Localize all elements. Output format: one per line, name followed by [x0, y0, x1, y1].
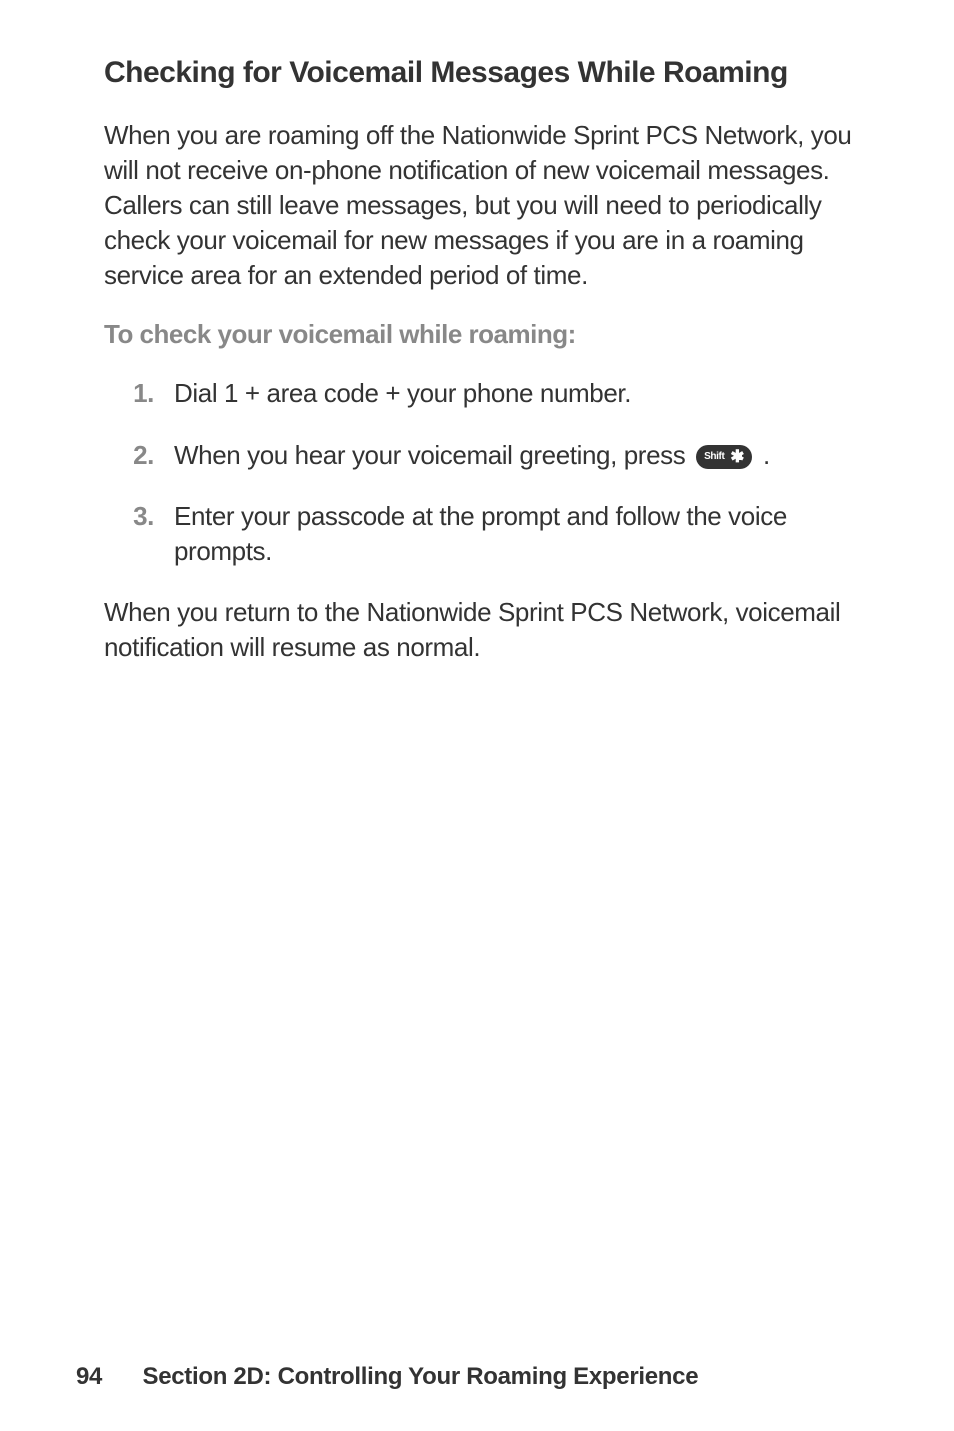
- step-text: Dial 1 + area code + your phone number.: [174, 376, 868, 411]
- footer-section-title: Section 2D: Controlling Your Roaming Exp…: [142, 1363, 698, 1390]
- step-text: Enter your passcode at the prompt and fo…: [174, 499, 868, 569]
- step-text: When you hear your voicemail greeting, p…: [174, 438, 868, 473]
- step-number: 2.: [104, 438, 154, 473]
- step-number: 1.: [104, 376, 154, 411]
- page: Checking for Voicemail Messages While Ro…: [0, 0, 954, 1431]
- instruction-subheading: To check your voicemail while roaming:: [104, 319, 868, 350]
- step-text-pre: When you hear your voicemail greeting, p…: [174, 440, 692, 470]
- section-heading: Checking for Voicemail Messages While Ro…: [104, 56, 868, 90]
- page-number: 94: [76, 1363, 102, 1390]
- page-footer: 94 Section 2D: Controlling Your Roaming …: [76, 1363, 698, 1391]
- intro-paragraph: When you are roaming off the Nationwide …: [104, 118, 868, 293]
- asterisk-icon: ✱: [730, 445, 744, 469]
- shift-asterisk-key-icon: Shift ✱: [696, 445, 752, 469]
- step-number: 3.: [104, 499, 154, 534]
- content-area: Checking for Voicemail Messages While Ro…: [104, 56, 868, 691]
- step-list: 1. Dial 1 + area code + your phone numbe…: [104, 376, 868, 568]
- step-1: 1. Dial 1 + area code + your phone numbe…: [104, 376, 868, 411]
- step-text-post: .: [763, 440, 770, 470]
- outro-paragraph: When you return to the Nationwide Sprint…: [104, 595, 868, 665]
- step-2: 2. When you hear your voicemail greeting…: [104, 438, 868, 473]
- step-3: 3. Enter your passcode at the prompt and…: [104, 499, 868, 569]
- key-label: Shift: [704, 451, 724, 462]
